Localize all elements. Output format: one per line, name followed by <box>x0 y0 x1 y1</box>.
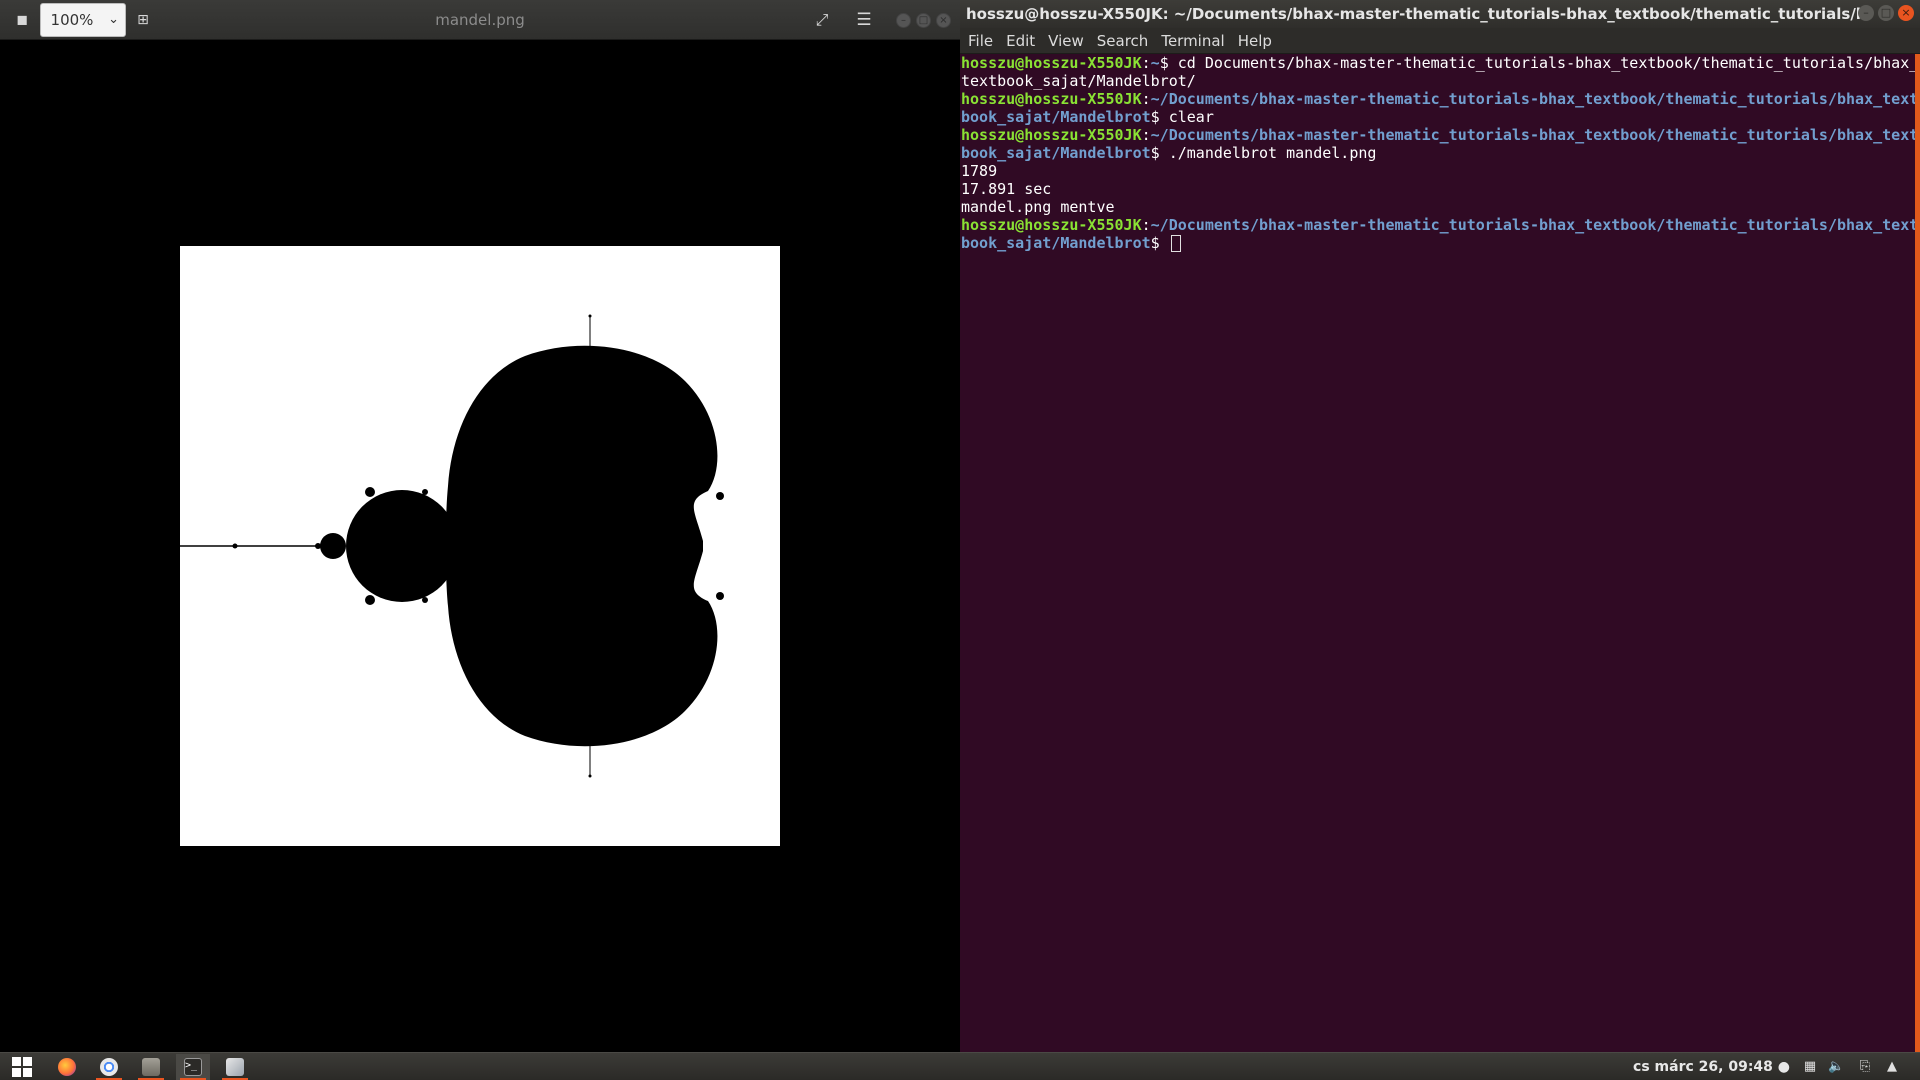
output-line: 1789 <box>961 162 998 180</box>
fullscreen-button[interactable]: ⤢ <box>810 9 834 31</box>
hamburger-menu-icon: ☰ <box>856 10 872 30</box>
zoom-combobox[interactable]: 100% ⌄ <box>40 3 126 37</box>
terminal-line: hosszu@hosszu-X550JK:~$ cd Documents/bha… <box>961 54 1919 90</box>
viewer-menu-button[interactable]: ☰ <box>852 9 876 31</box>
prompt-user: hosszu@hosszu-X550JK <box>961 126 1142 144</box>
output-line: 17.891 sec <box>961 180 1052 198</box>
image-viewer-icon <box>226 1058 244 1076</box>
maximize-icon[interactable]: □ <box>916 13 931 28</box>
menu-file[interactable]: File <box>963 28 998 54</box>
volume-icon[interactable]: 🔈 <box>1828 1059 1844 1075</box>
minimize-icon[interactable]: – <box>896 13 911 28</box>
start-grid-icon <box>12 1057 32 1077</box>
terminal-menubar: File Edit View Search Terminal Help <box>960 28 1920 54</box>
mandelbrot-image <box>180 246 780 846</box>
viewer-title: mandel.png <box>435 11 525 29</box>
terminal-scrollbar[interactable] <box>1915 54 1920 1052</box>
prompt-user: hosszu@hosszu-X550JK <box>961 216 1142 234</box>
menu-search[interactable]: Search <box>1092 28 1154 54</box>
command-text: ./mandelbrot mandel.png <box>1168 144 1377 162</box>
files-launcher[interactable] <box>134 1054 168 1080</box>
tray-expand-icon[interactable]: ▲ <box>1884 1059 1900 1075</box>
zoom-value: 100% <box>50 11 94 29</box>
zoom-out-button[interactable]: ◼ <box>10 9 34 31</box>
prompt-user: hosszu@hosszu-X550JK <box>961 54 1142 72</box>
terminal-title: hosszu@hosszu-X550JK: ~/Documents/bhax-m… <box>966 5 1866 23</box>
prompt-path: ~ <box>1150 54 1160 72</box>
menu-terminal[interactable]: Terminal <box>1156 28 1229 54</box>
command-text: clear <box>1168 108 1214 126</box>
clock[interactable]: cs márc 26, 09:48 ● <box>1630 1053 1790 1080</box>
start-menu-button[interactable] <box>6 1054 40 1080</box>
plus-icon: ⊞ <box>137 12 149 28</box>
terminal-icon: >_ <box>184 1058 202 1076</box>
firefox-launcher[interactable] <box>50 1054 84 1080</box>
minimize-icon[interactable]: – <box>1858 5 1874 21</box>
viewer-headerbar: ◼ 100% ⌄ ⊞ mandel.png ⤢ ☰ – □ × <box>0 0 960 40</box>
terminal-line: hosszu@hosszu-X550JK:~/Documents/bhax-ma… <box>961 126 1919 162</box>
output-line: mandel.png mentve <box>961 198 1115 216</box>
chevron-down-icon: ⌄ <box>108 12 119 27</box>
files-icon <box>142 1058 160 1076</box>
maximize-icon[interactable]: □ <box>1878 5 1894 21</box>
minus-icon: ◼ <box>16 12 28 28</box>
image-viewer-window: ◼ 100% ⌄ ⊞ mandel.png ⤢ ☰ – □ × <box>0 0 960 1052</box>
image-viewer-launcher[interactable] <box>218 1054 252 1080</box>
terminal-line: hosszu@hosszu-X550JK:~/Documents/bhax-ma… <box>961 216 1919 252</box>
terminal-output[interactable]: hosszu@hosszu-X550JK:~$ cd Documents/bha… <box>960 54 1920 1052</box>
terminal-titlebar[interactable]: hosszu@hosszu-X550JK: ~/Documents/bhax-m… <box>960 0 1920 28</box>
network-icon[interactable]: ▦ <box>1802 1059 1818 1075</box>
chromium-launcher[interactable] <box>92 1054 126 1080</box>
zoom-in-button[interactable]: ⊞ <box>131 9 155 31</box>
chromium-icon <box>100 1058 118 1076</box>
clipboard-icon[interactable]: ⎘ <box>1857 1059 1873 1075</box>
text-cursor <box>1170 235 1181 252</box>
terminal-launcher[interactable]: >_ <box>176 1054 210 1080</box>
terminal-line: hosszu@hosszu-X550JK:~/Documents/bhax-ma… <box>961 90 1919 126</box>
menu-view[interactable]: View <box>1043 28 1089 54</box>
taskbar: >_ cs márc 26, 09:48 ● ▦ 🔈 ⎘ ▲ <box>0 1052 1920 1080</box>
close-icon[interactable]: × <box>1898 5 1914 21</box>
close-icon[interactable]: × <box>936 13 951 28</box>
menu-help[interactable]: Help <box>1233 28 1277 54</box>
menu-edit[interactable]: Edit <box>1001 28 1040 54</box>
terminal-window: hosszu@hosszu-X550JK: ~/Documents/bhax-m… <box>960 0 1920 1052</box>
firefox-icon <box>58 1058 76 1076</box>
mandelbrot-fractal <box>180 246 780 846</box>
prompt-user: hosszu@hosszu-X550JK <box>961 90 1142 108</box>
fullscreen-icon: ⤢ <box>815 10 829 29</box>
